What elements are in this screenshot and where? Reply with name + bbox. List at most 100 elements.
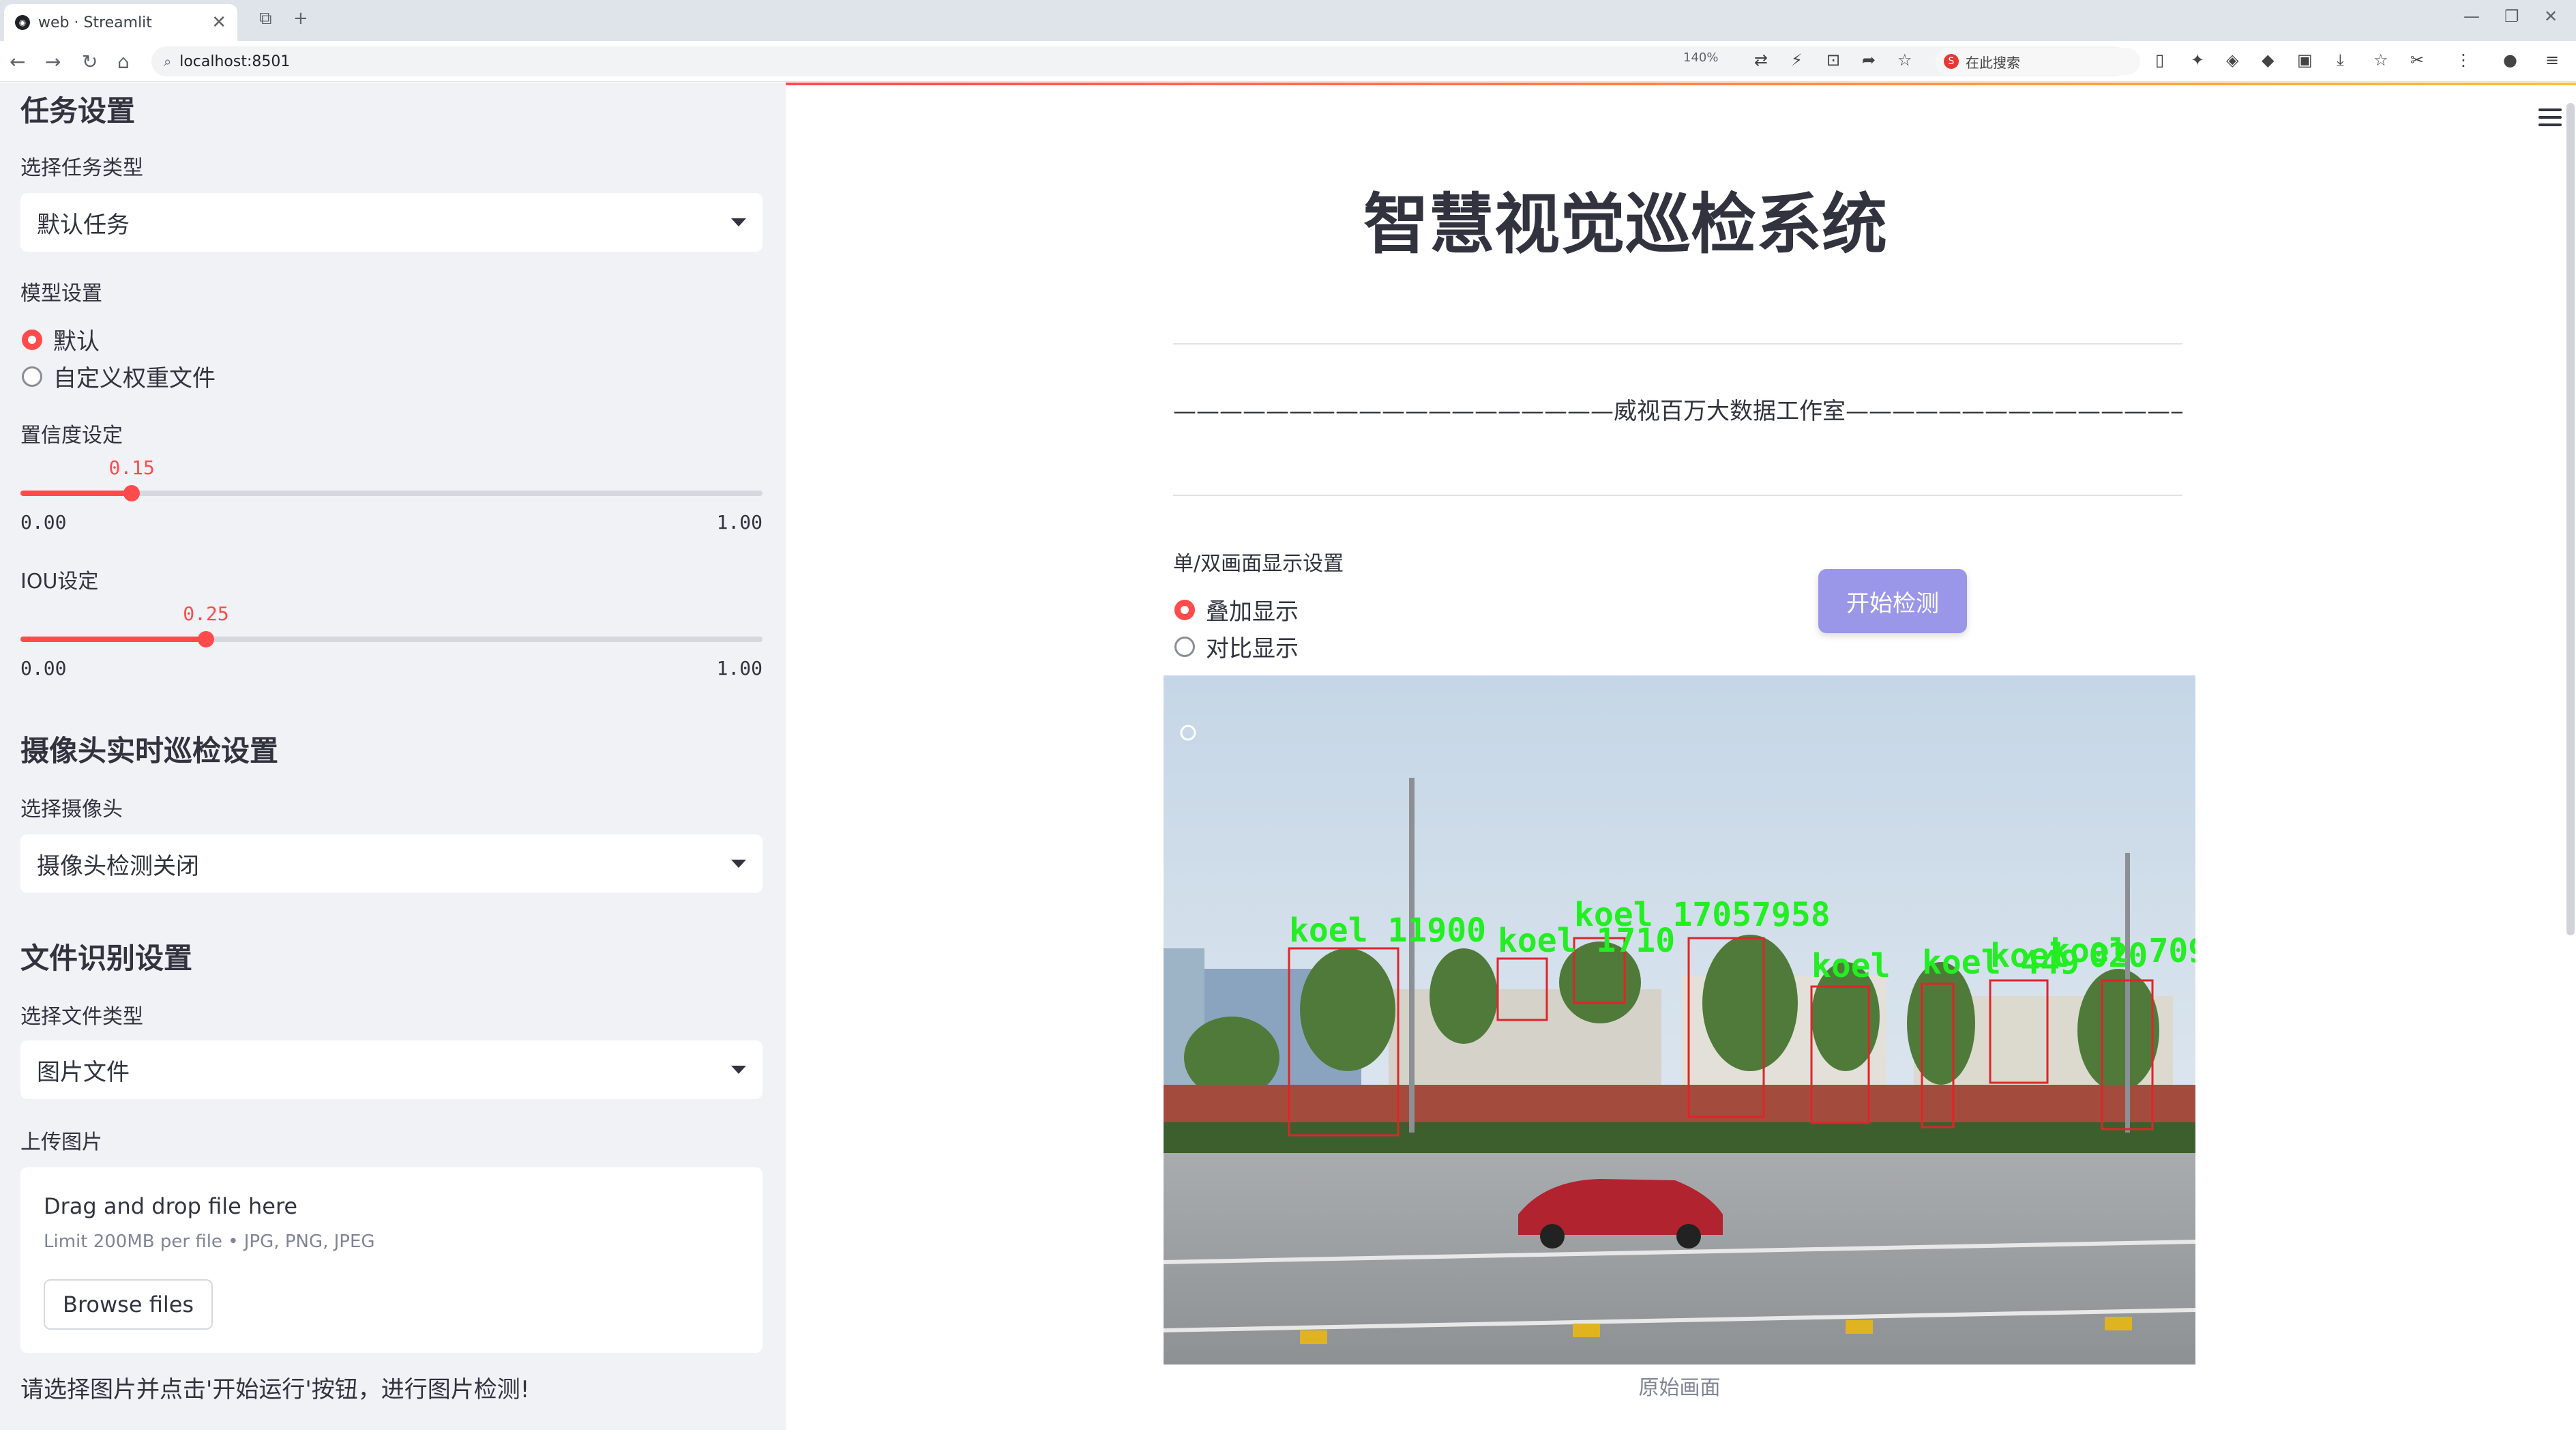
instruction-text: 请选择图片并点击'开始运行'按钮，进行图片检测! bbox=[20, 1376, 530, 1403]
task-type-select[interactable]: 默认任务 bbox=[20, 193, 763, 252]
restore-icon[interactable]: ❐ bbox=[2504, 7, 2519, 26]
image-caption: 原始画面 bbox=[1638, 1376, 1721, 1400]
screenshot-icon[interactable]: ⊡ bbox=[1826, 50, 1840, 70]
bookmark-star-icon[interactable]: ☆ bbox=[1897, 50, 1912, 70]
back-icon[interactable]: ← bbox=[10, 50, 25, 73]
slider-min: 0.00 bbox=[20, 511, 67, 534]
camera-settings-heading: 摄像头实时巡检设置 bbox=[20, 734, 279, 768]
file-type-value: 图片文件 bbox=[37, 1058, 130, 1086]
upload-label: 上传图片 bbox=[20, 1130, 102, 1154]
streamlit-favicon-icon: ◉ bbox=[15, 15, 30, 30]
detection-label: koel 11900 bbox=[1289, 911, 1486, 950]
page-title: 智慧视觉巡检系统 bbox=[1363, 186, 1887, 263]
display-option-label: 叠加显示 bbox=[1206, 598, 1299, 626]
camera-select-label: 选择摄像头 bbox=[20, 798, 123, 821]
detection-label: koel bbox=[1811, 947, 1891, 985]
slider-min: 0.00 bbox=[20, 657, 67, 680]
slider-value: 0.25 bbox=[183, 602, 229, 625]
task-settings-heading: 任务设置 bbox=[20, 94, 136, 128]
dropzone-limit: Limit 200MB per file • JPG, PNG, JPEG bbox=[44, 1231, 375, 1252]
favorites-icon[interactable]: ☆ bbox=[2373, 50, 2388, 70]
divider bbox=[1173, 343, 2182, 345]
camera-value: 摄像头检测关闭 bbox=[37, 852, 199, 880]
browser-toolbar: ← → ↻ ⌂ ⌕ localhost:8501 140% ⇄ ⚡ ⊡ ➦ ☆ … bbox=[0, 41, 2576, 82]
detection-label: koel 709 bbox=[2050, 932, 2195, 970]
iou-slider[interactable]: 0.25 bbox=[20, 602, 763, 657]
divider bbox=[1173, 495, 2182, 496]
main-content: 智慧视觉巡检系统 ———————————————————威视百万大数据工作室——… bbox=[786, 83, 2576, 1430]
minimize-icon[interactable]: — bbox=[2463, 7, 2480, 26]
dropzone-text: Drag and drop file here bbox=[44, 1193, 298, 1219]
extension-icon-2[interactable]: ◈ bbox=[2226, 50, 2238, 70]
avatar[interactable]: ● bbox=[2503, 50, 2517, 70]
url-text: localhost:8501 bbox=[179, 53, 291, 70]
slider-thumb[interactable] bbox=[123, 485, 140, 501]
model-settings-label: 模型设置 bbox=[20, 282, 102, 306]
more-menu-icon[interactable]: ⋮ bbox=[2455, 50, 2472, 70]
slider-fill bbox=[20, 637, 206, 642]
radio-unselected-icon bbox=[22, 366, 42, 387]
search-icon: ⌕ bbox=[164, 53, 172, 70]
detection-label: koel 17057958 bbox=[1574, 896, 1831, 934]
file-dropzone[interactable]: Drag and drop file here Limit 200MB per … bbox=[20, 1167, 763, 1353]
sidebar: 任务设置 选择任务类型 默认任务 模型设置 默认 自定义权重文件 置信度设定 0… bbox=[0, 83, 786, 1430]
model-radio-custom[interactable]: 自定义权重文件 bbox=[22, 360, 216, 393]
browser-search-box[interactable]: S 在此搜索 bbox=[1936, 48, 2140, 75]
lightning-icon[interactable]: ⚡ bbox=[1791, 50, 1803, 70]
tab-groups-icon[interactable]: ⧉ bbox=[259, 8, 272, 29]
radio-selected-icon bbox=[1174, 599, 1195, 620]
window-close-icon[interactable]: ✕ bbox=[2544, 7, 2558, 26]
slider-value: 0.15 bbox=[108, 456, 155, 479]
display-option-label: 对比显示 bbox=[1206, 635, 1299, 662]
download-icon[interactable]: ⤓ bbox=[2337, 50, 2344, 70]
iou-label: IOU设定 bbox=[20, 570, 99, 594]
chevron-down-icon bbox=[731, 860, 746, 868]
file-type-select[interactable]: 图片文件 bbox=[20, 1040, 763, 1099]
home-icon[interactable]: ⌂ bbox=[117, 50, 130, 73]
browser-tab-bar: ◉ web · Streamlit ✕ ⧉ + — ❐ ✕ bbox=[0, 0, 2576, 41]
tab-close-icon[interactable]: ✕ bbox=[211, 12, 226, 33]
browser-menu-icon[interactable]: ≡ bbox=[2545, 50, 2559, 70]
chevron-down-icon bbox=[731, 1066, 746, 1074]
chevron-down-icon bbox=[731, 218, 746, 227]
reload-icon[interactable]: ↻ bbox=[82, 50, 98, 73]
translate-icon[interactable]: ⇄ bbox=[1754, 50, 1768, 70]
display-radio-compare[interactable]: 对比显示 bbox=[1174, 630, 1299, 663]
confidence-label: 置信度设定 bbox=[20, 424, 123, 448]
radio-unselected-icon bbox=[1174, 636, 1195, 657]
browser-tab[interactable]: ◉ web · Streamlit ✕ bbox=[4, 4, 237, 41]
slider-thumb[interactable] bbox=[198, 631, 214, 647]
new-tab-button[interactable]: + bbox=[293, 8, 308, 29]
zoom-level[interactable]: 140% bbox=[1683, 50, 1718, 65]
detection-result-image: koel 11900 koel 1710 koel 17057958 koel … bbox=[1164, 675, 2195, 1365]
task-type-label: 选择任务类型 bbox=[20, 156, 143, 180]
forward-icon[interactable]: → bbox=[45, 50, 61, 73]
slider-max: 1.00 bbox=[716, 657, 763, 680]
file-type-label: 选择文件类型 bbox=[20, 1005, 143, 1029]
task-type-value: 默认任务 bbox=[37, 211, 130, 239]
confidence-slider[interactable]: 0.15 bbox=[20, 456, 763, 511]
file-settings-heading: 文件识别设置 bbox=[20, 942, 193, 975]
share-icon[interactable]: ➦ bbox=[1862, 50, 1876, 70]
scissors-icon[interactable]: ✂ bbox=[2410, 50, 2424, 70]
iou-range: 0.00 1.00 bbox=[20, 657, 763, 680]
extension-icon-4[interactable]: ▣ bbox=[2297, 50, 2313, 70]
street-scene-illustration: koel 11900 koel 1710 koel 17057958 koel … bbox=[1164, 675, 2195, 1365]
display-mode-label: 单/双画面显示设置 bbox=[1173, 552, 1344, 576]
hamburger-menu-icon[interactable] bbox=[2538, 108, 2562, 131]
start-detection-button[interactable]: 开始检测 bbox=[1818, 569, 1967, 633]
extension-icon-3[interactable]: ◆ bbox=[2262, 50, 2274, 70]
tab-title: web · Streamlit bbox=[38, 14, 152, 31]
browse-files-button[interactable]: Browse files bbox=[44, 1279, 213, 1330]
model-radio-default[interactable]: 默认 bbox=[22, 323, 100, 356]
display-radio-overlay[interactable]: 叠加显示 bbox=[1174, 593, 1299, 626]
search-placeholder: 在此搜索 bbox=[1966, 54, 2020, 71]
scrollbar[interactable] bbox=[2566, 103, 2575, 935]
mobile-icon[interactable]: ▯ bbox=[2155, 50, 2164, 70]
model-option-label: 自定义权重文件 bbox=[53, 365, 216, 392]
extension-icon[interactable]: ✦ bbox=[2191, 50, 2204, 70]
slider-max: 1.00 bbox=[716, 511, 763, 534]
search-engine-logo-icon: S bbox=[1944, 54, 1959, 69]
camera-select[interactable]: 摄像头检测关闭 bbox=[20, 834, 763, 893]
model-option-label: 默认 bbox=[53, 328, 100, 355]
